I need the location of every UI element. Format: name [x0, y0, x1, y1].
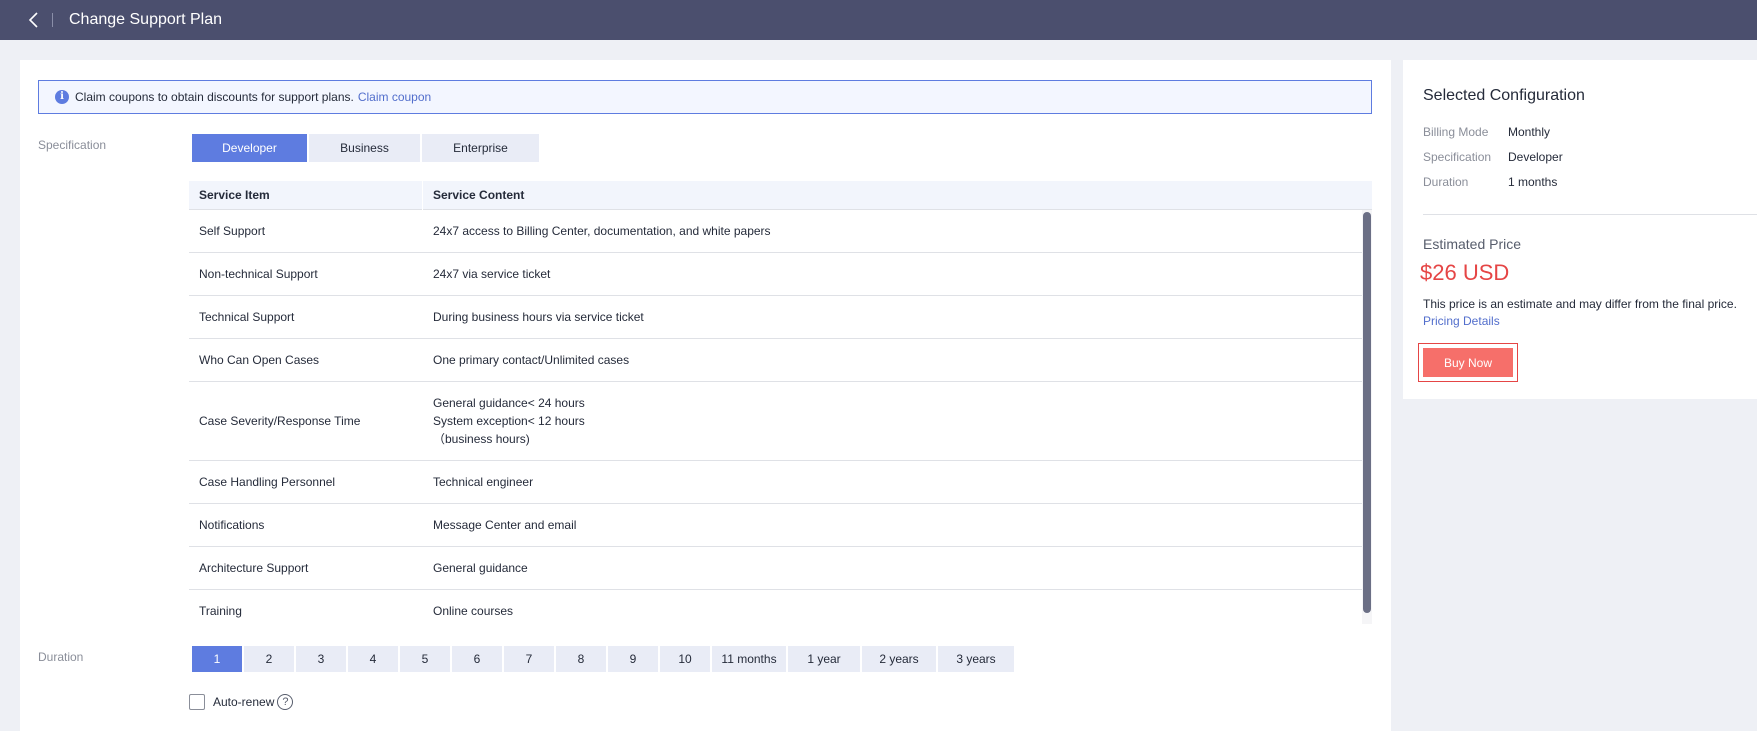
- duration-option-5[interactable]: 5: [400, 646, 450, 672]
- duration-row: Duration 1 months: [1423, 175, 1557, 189]
- service-item-cell: Case Severity/Response Time: [199, 414, 361, 428]
- duration-option-7[interactable]: 7: [504, 646, 554, 672]
- duration-summary-label: Duration: [1423, 175, 1469, 189]
- service-content-cell: General guidance: [433, 561, 528, 575]
- chevron-left-icon: [28, 12, 38, 28]
- specification-row: Specification Developer: [1423, 150, 1563, 164]
- service-item-cell: Notifications: [199, 518, 265, 532]
- selected-configuration-title: Selected Configuration: [1423, 87, 1585, 104]
- duration-label: Duration: [38, 650, 84, 664]
- duration-option-10[interactable]: 10: [660, 646, 710, 672]
- service-item-cell: Non-technical Support: [199, 267, 318, 281]
- auto-renew-label: Auto-renew: [213, 695, 275, 709]
- table-header: Service Item Service Content: [189, 181, 1372, 210]
- content-line: General guidance< 24 hours: [433, 396, 585, 410]
- service-content-cell: General guidance< 24 hours System except…: [423, 394, 1362, 448]
- duration-option-4[interactable]: 4: [348, 646, 398, 672]
- table-body: Self Support 24x7 access to Billing Cent…: [189, 210, 1362, 624]
- duration-option-3-years[interactable]: 3 years: [938, 646, 1014, 672]
- service-item-cell: Self Support: [199, 224, 266, 238]
- buy-now-button[interactable]: Buy Now: [1423, 348, 1513, 377]
- duration-option-2-years[interactable]: 2 years: [862, 646, 936, 672]
- duration-summary-value: 1 months: [1508, 175, 1558, 189]
- summary-divider: [1423, 214, 1757, 215]
- duration-option-6[interactable]: 6: [452, 646, 502, 672]
- billing-mode-value: Monthly: [1508, 125, 1551, 139]
- service-table: Service Item Service Content Self Suppor…: [189, 181, 1372, 624]
- auto-renew-checkbox[interactable]: [189, 694, 205, 710]
- estimated-price-label: Estimated Price: [1423, 236, 1522, 252]
- duration-tabs: 1 2 3 4 5 6 7 8 9 10 11 months 1 year 2 …: [192, 646, 1016, 672]
- plan-form-panel: i Claim coupons to obtain discounts for …: [20, 60, 1391, 731]
- service-content-cell: 24x7 via service ticket: [433, 267, 551, 281]
- table-row: Architecture Support General guidance: [189, 547, 1362, 590]
- specification-summary-label: Specification: [1423, 150, 1492, 164]
- service-item-cell: Who Can Open Cases: [199, 353, 320, 367]
- table-row: Notifications Message Center and email: [189, 504, 1362, 547]
- top-bar: Change Support Plan: [0, 0, 1757, 40]
- header-divider: [52, 13, 53, 27]
- spec-tab-business[interactable]: Business: [309, 134, 420, 162]
- table-row: Self Support 24x7 access to Billing Cent…: [189, 210, 1362, 253]
- selected-configuration-panel: Selected Configuration Billing Mode Mont…: [1403, 60, 1757, 399]
- specification-tabs: Developer Business Enterprise: [192, 134, 541, 162]
- duration-option-11-months[interactable]: 11 months: [712, 646, 786, 672]
- duration-option-1[interactable]: 1: [192, 646, 242, 672]
- duration-option-3[interactable]: 3: [296, 646, 346, 672]
- billing-mode-row: Billing Mode Monthly: [1423, 125, 1550, 139]
- claim-coupon-link[interactable]: Claim coupon: [358, 90, 431, 104]
- duration-option-2[interactable]: 2: [244, 646, 294, 672]
- table-row: Training Online courses: [189, 590, 1362, 624]
- table-row: Case Severity/Response Time General guid…: [189, 382, 1362, 461]
- service-item-cell: Technical Support: [199, 310, 295, 324]
- auto-renew-row: Auto-renew ?: [189, 694, 294, 710]
- table-row: Non-technical Support 24x7 via service t…: [189, 253, 1362, 296]
- specification-label: Specification: [38, 138, 107, 152]
- price-disclaimer: This price is an estimate and may differ…: [1423, 297, 1737, 311]
- service-content-cell: During business hours via service ticket: [433, 310, 644, 324]
- service-content-cell: Technical engineer: [433, 475, 534, 489]
- table-row: Technical Support During business hours …: [189, 296, 1362, 339]
- table-scrollbar-thumb[interactable]: [1363, 212, 1371, 613]
- content-line: （business hours): [433, 432, 530, 446]
- duration-option-1-year[interactable]: 1 year: [788, 646, 860, 672]
- coupon-notice: i Claim coupons to obtain discounts for …: [38, 80, 1372, 114]
- service-content-cell: Message Center and email: [433, 518, 577, 532]
- service-item-cell: Architecture Support: [199, 561, 309, 575]
- column-header-service-item: Service Item: [189, 181, 423, 210]
- spec-tab-developer[interactable]: Developer: [192, 134, 307, 162]
- page-title: Change Support Plan: [69, 11, 222, 28]
- estimated-price-value: $26 USD: [1420, 260, 1510, 285]
- billing-mode-label: Billing Mode: [1423, 125, 1489, 139]
- spec-tab-enterprise[interactable]: Enterprise: [422, 134, 539, 162]
- pricing-details-link[interactable]: Pricing Details: [1423, 314, 1500, 328]
- table-row: Who Can Open Cases One primary contact/U…: [189, 339, 1362, 382]
- info-icon: i: [55, 90, 69, 104]
- duration-option-9[interactable]: 9: [608, 646, 658, 672]
- table-row: Case Handling Personnel Technical engine…: [189, 461, 1362, 504]
- help-icon[interactable]: ?: [277, 694, 294, 710]
- content-line: System exception< 12 hours: [433, 414, 585, 428]
- service-item-cell: Training: [199, 604, 242, 618]
- service-content-cell: 24x7 access to Billing Center, documenta…: [433, 224, 771, 238]
- duration-option-8[interactable]: 8: [556, 646, 606, 672]
- service-content-cell: Online courses: [433, 604, 514, 618]
- service-content-cell: One primary contact/Unlimited cases: [433, 353, 630, 367]
- back-button[interactable]: [16, 0, 52, 40]
- notice-text: Claim coupons to obtain discounts for su…: [75, 90, 354, 104]
- service-item-cell: Case Handling Personnel: [199, 475, 336, 489]
- specification-summary-value: Developer: [1508, 150, 1563, 164]
- column-header-service-content: Service Content: [433, 188, 525, 202]
